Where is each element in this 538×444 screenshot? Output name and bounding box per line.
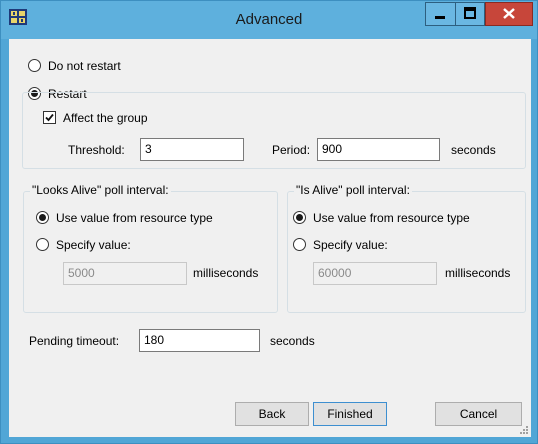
minimize-icon: [435, 16, 445, 19]
do-not-restart-label[interactable]: Do not restart: [48, 59, 121, 73]
looks-alive-specify-radio[interactable]: [36, 238, 49, 251]
resize-grip-icon[interactable]: [519, 425, 529, 435]
threshold-input[interactable]: 3: [140, 138, 244, 161]
is-alive-group: [287, 191, 526, 313]
is-alive-use-resource-label[interactable]: Use value from resource type: [313, 211, 470, 225]
is-alive-value-input[interactable]: 60000: [313, 262, 437, 285]
period-label: Period:: [272, 143, 311, 157]
pending-timeout-input[interactable]: 180: [139, 329, 260, 352]
title-bar[interactable]: Advanced: [1, 1, 537, 39]
affect-group-checkbox[interactable]: [43, 111, 56, 124]
advanced-dialog: Advanced Do not restart Restart Affect t…: [0, 0, 538, 444]
maximize-icon: [464, 7, 476, 19]
is-alive-legend: "Is Alive" poll interval:: [294, 183, 412, 197]
looks-alive-group: [23, 191, 278, 313]
looks-alive-use-resource-label[interactable]: Use value from resource type: [56, 211, 213, 225]
dialog-body: Do not restart Restart Affect the group …: [9, 39, 531, 437]
pending-timeout-label: Pending timeout:: [29, 334, 120, 348]
is-alive-specify-label[interactable]: Specify value:: [313, 238, 388, 252]
threshold-label: Threshold:: [68, 143, 125, 157]
period-unit: seconds: [451, 143, 496, 157]
minimize-button[interactable]: [425, 2, 455, 26]
close-icon: [503, 8, 515, 19]
cancel-button[interactable]: Cancel: [435, 402, 522, 426]
is-alive-use-resource-radio[interactable]: [293, 211, 306, 224]
looks-alive-legend: "Looks Alive" poll interval:: [30, 183, 171, 197]
do-not-restart-radio[interactable]: [28, 59, 41, 72]
looks-alive-value-input[interactable]: 5000: [63, 262, 187, 285]
looks-alive-specify-label[interactable]: Specify value:: [56, 238, 131, 252]
is-alive-unit: milliseconds: [445, 266, 511, 280]
back-button[interactable]: Back: [235, 402, 309, 426]
restart-group: [22, 92, 526, 169]
maximize-button[interactable]: [455, 2, 485, 26]
checkmark-icon: [45, 113, 54, 122]
affect-group-label[interactable]: Affect the group: [63, 111, 148, 125]
is-alive-specify-radio[interactable]: [293, 238, 306, 251]
looks-alive-use-resource-radio[interactable]: [36, 211, 49, 224]
period-input[interactable]: 900: [317, 138, 440, 161]
pending-timeout-unit: seconds: [270, 334, 315, 348]
close-button[interactable]: [485, 2, 533, 26]
looks-alive-unit: milliseconds: [193, 266, 259, 280]
finished-button[interactable]: Finished: [313, 402, 387, 426]
